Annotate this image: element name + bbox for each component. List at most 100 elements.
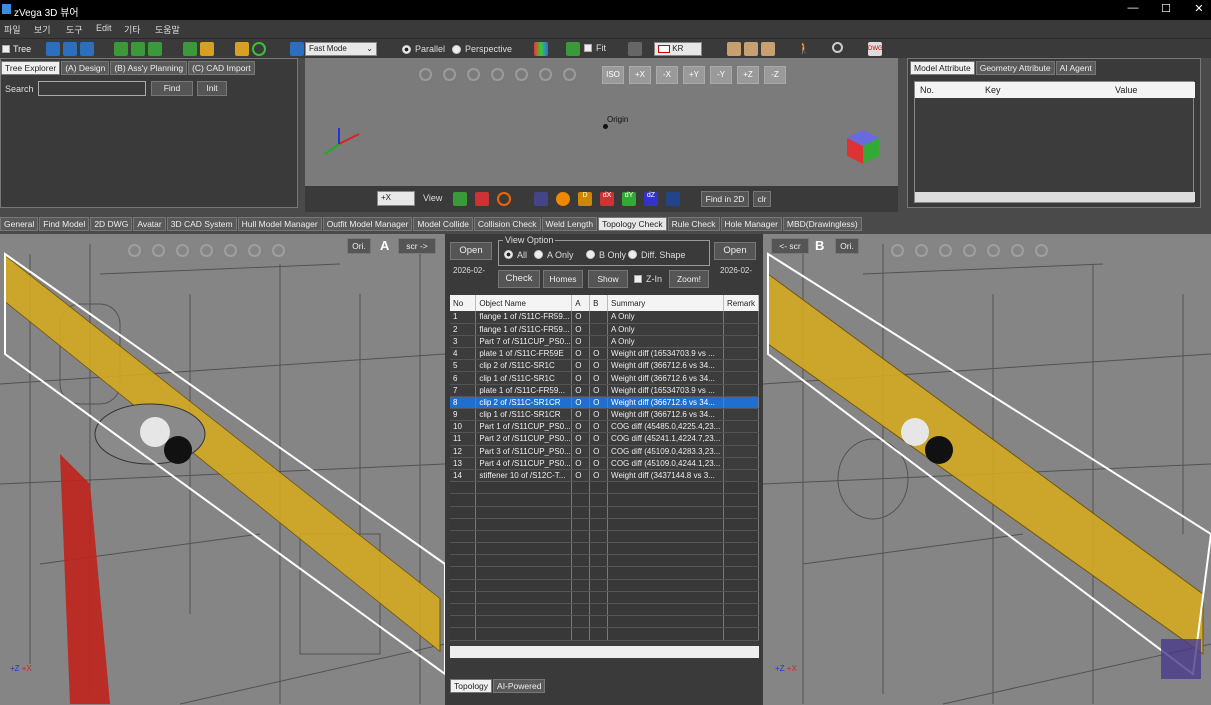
rotate-icon[interactable] (248, 244, 261, 257)
tab-model-attribute[interactable]: Model Attribute (910, 61, 975, 75)
home-icon[interactable] (419, 68, 432, 81)
view-iso-button[interactable]: ISO (602, 66, 624, 84)
language-select[interactable]: KR (654, 42, 702, 56)
zoom-icon[interactable] (176, 244, 189, 257)
measure-icon[interactable] (556, 192, 570, 206)
init-button[interactable]: Init (197, 81, 227, 96)
measure-dz-icon[interactable]: dZ (644, 192, 658, 206)
home-icon[interactable] (235, 42, 249, 56)
home-icon[interactable] (891, 244, 904, 257)
rotate-icon[interactable] (1011, 244, 1024, 257)
find-button[interactable]: Find (151, 81, 193, 96)
open-icon[interactable] (46, 42, 60, 56)
search-icon[interactable] (832, 42, 843, 53)
export-b-icon[interactable] (131, 42, 145, 56)
refresh-icon[interactable] (252, 42, 266, 56)
option-b-only-radio[interactable] (586, 250, 595, 259)
open-b-button[interactable]: Open (714, 242, 756, 260)
open-a-button[interactable]: Open (450, 242, 492, 260)
main-tab-topology-check[interactable]: Topology Check (598, 217, 667, 231)
menu-file[interactable]: 파일 (4, 23, 21, 36)
zoom-out-icon[interactable] (200, 244, 213, 257)
angle-icon[interactable] (666, 192, 680, 206)
layout-c-icon[interactable] (761, 42, 775, 56)
measure-dx-icon[interactable]: dX (600, 192, 614, 206)
main-tab-rule-check[interactable]: Rule Check (667, 217, 720, 231)
menu-edit[interactable]: Edit (96, 23, 112, 33)
table-row[interactable]: 5 clip 2 of /S11C-SR1C O O Weight diff (3667… (450, 359, 759, 373)
green-box-icon[interactable] (453, 192, 467, 206)
minimize-button[interactable]: — (1118, 2, 1148, 18)
table-row[interactable]: 2 flange 1 of /S11C-FR59... O A Only (450, 323, 759, 336)
rotate-icon[interactable] (539, 68, 552, 81)
check-button[interactable]: Check (498, 270, 540, 288)
horizontal-scrollbar[interactable] (450, 646, 759, 658)
cube-icon[interactable] (290, 42, 304, 56)
view-plus-y-button[interactable]: +Y (683, 66, 705, 84)
viewport-a[interactable]: Ori. A scr -> +Z +X (0, 234, 445, 705)
tab-geometry-attribute[interactable]: Geometry Attribute (975, 61, 1055, 75)
pan-icon[interactable] (987, 244, 1000, 257)
find-in-2d-button[interactable]: Find in 2D (701, 191, 749, 207)
tab-design[interactable]: (A) Design (61, 61, 110, 75)
import-icon[interactable] (183, 42, 197, 56)
mode-select[interactable]: Fast Mode ⌄ (305, 42, 377, 56)
view-plus-z-button[interactable]: +Z (737, 66, 759, 84)
save-icon[interactable] (80, 42, 94, 56)
main-tab-weld-length[interactable]: Weld Length (541, 217, 598, 231)
ori-button-a[interactable]: Ori. (347, 238, 371, 254)
fit-all-icon[interactable] (1035, 244, 1048, 257)
option-all-radio[interactable] (504, 250, 513, 259)
main-tab-model-collide[interactable]: Model Collide (413, 217, 473, 231)
look-icon[interactable] (152, 244, 165, 257)
measure-dy-icon[interactable]: dY (622, 192, 636, 206)
main-tab-2d-dwg[interactable]: 2D DWG (90, 217, 133, 231)
main-tab-collision-check[interactable]: Collision Check (473, 217, 541, 231)
scr-left-button[interactable]: <- scr (771, 238, 809, 254)
table-row[interactable]: 4 plate 1 of /S11C-FR59E O O Weight diff (16… (450, 347, 759, 361)
view-minus-x-button[interactable]: -X (656, 66, 678, 84)
fit-all-icon[interactable] (563, 68, 576, 81)
pan-icon[interactable] (224, 244, 237, 257)
color-icon[interactable] (534, 42, 548, 56)
horizontal-scrollbar[interactable] (915, 192, 1195, 202)
tab-tree-explorer[interactable]: Tree Explorer (1, 61, 61, 75)
viewport-b[interactable]: <- scr B Ori. +Z +X (763, 234, 1211, 705)
table-row[interactable]: 13 Part 4 of /S11CUP_PS0... O O COG diff (45… (450, 457, 759, 470)
table-row[interactable]: 14 stiffener 10 of /S12C-T... O O Weight dif… (450, 469, 759, 483)
table-row[interactable]: 8 clip 2 of /S11C-SR1CR O O Weight diff (366… (450, 396, 759, 410)
fit-checkbox[interactable] (584, 44, 592, 52)
compare-result-grid[interactable]: No Object Name A B Summary Remark 1 flang… (450, 295, 759, 658)
look-icon[interactable] (443, 68, 456, 81)
search-input[interactable] (38, 81, 146, 96)
view-minus-y-button[interactable]: -Y (710, 66, 732, 84)
ori-button-b[interactable]: Ori. (835, 238, 859, 254)
export-icon[interactable] (114, 42, 128, 56)
fit-all-icon[interactable] (272, 244, 285, 257)
menu-tools[interactable]: 도구 (66, 23, 83, 36)
fit-tool-icon[interactable] (566, 42, 580, 56)
tab-assy-planning[interactable]: (B) Ass'y Planning (110, 61, 188, 75)
table-row[interactable]: 11 Part 2 of /S11CUP_PS0... O O COG diff (45… (450, 432, 759, 446)
table-row[interactable]: 1 flange 1 of /S11C-FR59... O A Only (450, 311, 759, 324)
print-icon[interactable] (148, 42, 162, 56)
layout-icon[interactable] (727, 42, 741, 56)
menu-help[interactable]: 도움말 (155, 23, 180, 36)
option-a-only-radio[interactable] (534, 250, 543, 259)
arc-icon[interactable] (534, 192, 548, 206)
walk-icon[interactable]: 🚶 (797, 42, 811, 56)
zoom-window-icon[interactable] (467, 68, 480, 81)
zoom-out-icon[interactable] (963, 244, 976, 257)
zin-checkbox[interactable] (634, 275, 642, 283)
home-icon[interactable] (128, 244, 141, 257)
table-row[interactable]: 10 Part 1 of /S11CUP_PS0... O O COG diff (45… (450, 420, 759, 434)
show-button[interactable]: Show (588, 270, 628, 288)
table-row[interactable]: 12 Part 3 of /S11CUP_PS0... O O COG diff (45… (450, 445, 759, 458)
dwg-icon[interactable]: DWG (868, 42, 883, 56)
menu-view[interactable]: 보기 (34, 23, 51, 36)
tree-checkbox[interactable] (2, 45, 10, 53)
menu-etc[interactable]: 기타 (124, 23, 141, 36)
cancel-icon[interactable] (497, 192, 511, 206)
main-tab-outfit-model-manager[interactable]: Outfit Model Manager (322, 217, 413, 231)
scr-right-button[interactable]: scr -> (398, 238, 436, 254)
